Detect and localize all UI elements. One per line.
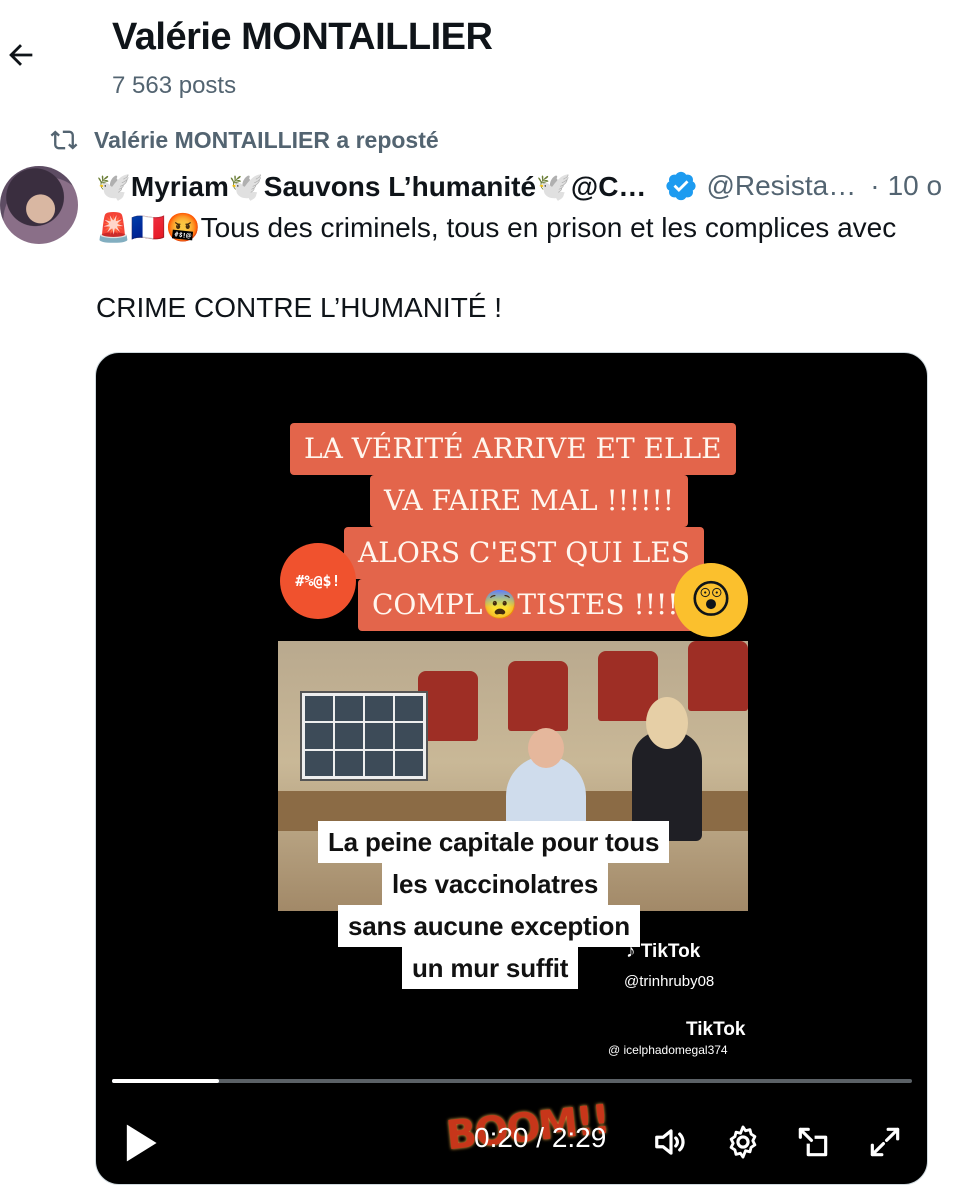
- tiktok-logo-2: TikTok: [686, 1019, 745, 1041]
- author-handle[interactable]: @Resista…: [706, 170, 856, 202]
- post-author-row: 🕊️Myriam🕊️Sauvons L’humanité🕊️@C… @Resis…: [96, 164, 979, 208]
- shocked-emoji-glyph: 😲: [690, 578, 732, 622]
- gear-icon[interactable]: [724, 1123, 762, 1161]
- angry-face-icon: #%@$!: [280, 543, 356, 619]
- profile-title: Valérie MONTAILLIER: [112, 16, 493, 58]
- repost-icon: [50, 130, 78, 150]
- separator-dot: ·: [870, 170, 880, 201]
- tiktok-label-2: TikTok: [686, 1019, 746, 1040]
- author-avatar[interactable]: [0, 166, 78, 244]
- video-progress-fill: [112, 1079, 220, 1083]
- sign-line-1: LA VÉRITÉ ARRIVE ET ELLE: [290, 423, 736, 475]
- volume-icon[interactable]: [652, 1123, 690, 1161]
- play-icon[interactable]: [124, 1123, 158, 1163]
- repost-label[interactable]: Valérie MONTAILLIER a reposté: [94, 127, 439, 154]
- verified-badge-icon: [666, 171, 697, 201]
- author-name[interactable]: 🕊️Myriam🕊️Sauvons L’humanité🕊️@C…: [96, 170, 646, 203]
- tiktok-logo-1: ♪ TikTok: [626, 941, 701, 962]
- repost-indicator: Valérie MONTAILLIER a reposté: [50, 126, 439, 154]
- tiktok-handle-2: @ icelphadomegal374: [608, 1043, 728, 1057]
- video-progress-bar[interactable]: [112, 1079, 912, 1083]
- back-arrow-icon[interactable]: [4, 38, 38, 72]
- evidence-board: [300, 691, 428, 781]
- video-player[interactable]: LA VÉRITÉ ARRIVE ET ELLE VA FAIRE MAL !!…: [95, 352, 928, 1185]
- caption-line-4: un mur suffit: [402, 947, 579, 989]
- caption-line-1: La peine capitale pour tous: [318, 821, 670, 863]
- post-timestamp[interactable]: 10 o: [888, 170, 943, 202]
- sign-line-2: VA FAIRE MAL !!!!!!: [370, 475, 689, 527]
- sign-line-3: ALORS C'EST QUI LES: [344, 527, 704, 579]
- tiktok-handle-1: @trinhruby08: [624, 973, 715, 990]
- tiktok-label-1: TikTok: [640, 941, 701, 962]
- fullscreen-icon[interactable]: [866, 1123, 904, 1161]
- caption-line-3: sans aucune exception: [338, 905, 640, 947]
- caption-line-2: les vaccinolatres: [382, 863, 609, 905]
- chair: [688, 641, 748, 711]
- post-text-line-2: CRIME CONTRE L’HUMANITÉ !: [96, 292, 503, 323]
- picture-in-picture-icon[interactable]: [794, 1123, 832, 1161]
- video-frame: LA VÉRITÉ ARRIVE ET ELLE VA FAIRE MAL !!…: [278, 423, 748, 1057]
- angry-emoji-text: #%@$!: [295, 572, 341, 590]
- shocked-face-icon: 😲: [674, 563, 748, 637]
- video-time-display: 0:20 / 2:29: [474, 1122, 607, 1153]
- sign-line-4: COMPL😨TISTES !!!!!!!: [358, 579, 727, 631]
- chair: [508, 661, 568, 731]
- post-count: 7 563 posts: [112, 72, 237, 99]
- post-text-line-1: 🚨🇫🇷🤬Tous des criminels, tous en prison e…: [96, 212, 897, 243]
